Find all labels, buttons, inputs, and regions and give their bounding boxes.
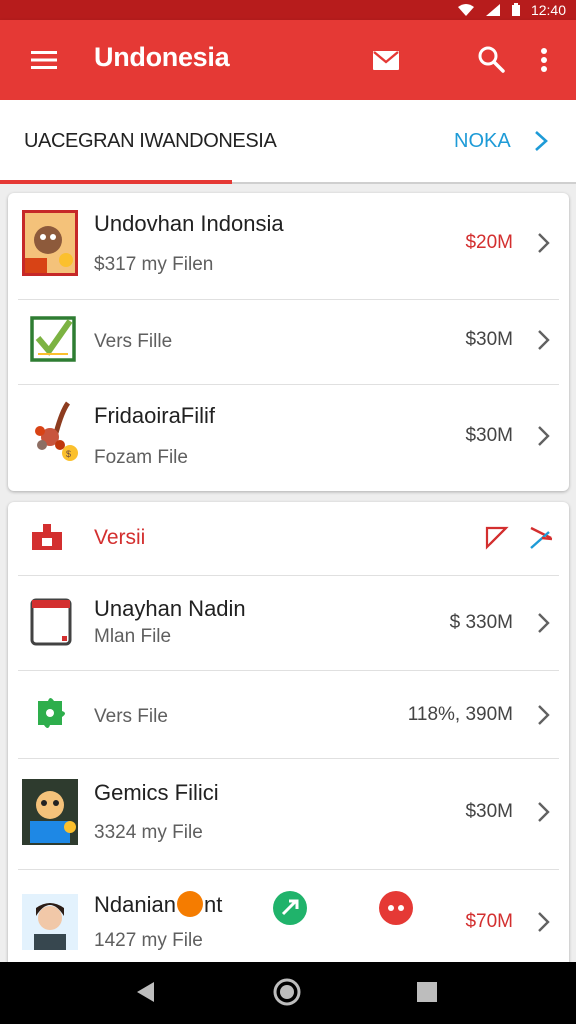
tab-indicator (0, 180, 232, 184)
document-window-icon (30, 598, 72, 646)
chevron-right-icon[interactable] (537, 612, 551, 634)
status-bar: 12:40 (0, 0, 576, 20)
list-item[interactable]: Undovhan Indonsia $317 my Filen $20M (8, 193, 569, 299)
item-subtitle: $317 my Filen (94, 254, 214, 275)
chevron-right-icon[interactable] (537, 232, 551, 254)
status-time: 12:40 (530, 2, 566, 18)
chevron-right-icon[interactable] (537, 801, 551, 823)
tab-action-link[interactable]: NOKA (454, 130, 511, 153)
tab-bar: UACEGRAN IWANDONESIA NOKA (0, 100, 576, 184)
item-subtitle: Vers Fille (94, 331, 173, 352)
list-item[interactable]: Vers Fille $30M (8, 300, 569, 384)
green-action-icon[interactable] (272, 890, 308, 926)
menu-icon[interactable] (30, 46, 58, 74)
list-item[interactable]: Gemics Filici 3324 my File $30M (8, 759, 569, 869)
item-price: $20M (465, 232, 513, 253)
item-subtitle: Vers File (94, 706, 168, 727)
chevron-right-icon[interactable] (537, 425, 551, 447)
system-nav-bar (0, 962, 576, 1024)
item-price: $ 330M (449, 612, 513, 633)
avatar (22, 894, 78, 950)
item-price: $30M (465, 425, 513, 446)
flower-character-icon: $ (35, 401, 78, 461)
mail-icon[interactable] (372, 46, 400, 74)
card-header: Versii (8, 502, 569, 575)
card-header-title: Versii (94, 526, 146, 549)
item-title-suffix: nt (203, 892, 223, 917)
svg-text:$: $ (66, 449, 71, 459)
item-subtitle: Fozam File (94, 447, 188, 468)
signal-icon (485, 4, 500, 16)
store-icon (32, 524, 62, 550)
item-price: $30M (465, 329, 513, 350)
green-puzzle-icon (38, 698, 65, 728)
red-dots-icon[interactable] (378, 890, 414, 926)
list-item[interactable]: $ FridaoiraFilif Fozam File $30M (8, 385, 569, 491)
search-icon[interactable] (476, 44, 506, 74)
share-arrow-icon[interactable] (484, 524, 510, 550)
home-icon[interactable] (272, 977, 302, 1007)
item-title: Unayhan Nadin (94, 596, 246, 621)
tab-title[interactable]: UACEGRAN IWANDONESIA (24, 130, 277, 153)
chevron-right-icon[interactable] (537, 329, 551, 351)
item-title-text: Ndanian (94, 892, 176, 917)
recents-icon[interactable] (416, 981, 438, 1003)
more-vert-icon[interactable] (534, 44, 554, 76)
item-price: 118%, 390M (407, 704, 513, 725)
app-title: Undonesia (94, 42, 230, 72)
back-icon[interactable] (134, 980, 156, 1004)
item-subtitle: 1427 my File (94, 930, 203, 951)
item-subtitle: 3324 my File (94, 822, 203, 843)
comic-thumbnail-icon (22, 210, 78, 276)
emoji-badge-icon (176, 891, 203, 917)
item-subtitle: Mlan File (94, 626, 172, 647)
chevron-right-icon[interactable] (530, 128, 552, 154)
item-title: FridaoiraFilif (94, 403, 216, 428)
chevron-right-icon[interactable] (537, 911, 551, 933)
item-title: Gemics Filici (94, 780, 219, 805)
chevron-right-icon[interactable] (537, 704, 551, 726)
cartoon-thumbnail-icon (22, 779, 78, 845)
app-bar: Undonesia (0, 20, 576, 100)
battery-icon (511, 3, 520, 16)
file-card-1: Undovhan Indonsia $317 my Filen $20M Ver… (8, 193, 569, 491)
item-title: Undovhan Indonsia (94, 211, 284, 236)
wifi-icon (457, 4, 474, 16)
item-price: $70M (465, 911, 513, 932)
list-item[interactable]: Ndanian nt 1427 my File $70M (8, 870, 569, 972)
item-price: $30M (465, 801, 513, 822)
shuffle-icon[interactable] (528, 522, 554, 552)
checkbox-checked-icon (30, 316, 76, 362)
item-title: Ndanian nt (94, 891, 222, 918)
list-item[interactable]: Vers File 118%, 390M (8, 671, 569, 757)
list-item[interactable]: Unayhan Nadin Mlan File $ 330M (8, 576, 569, 670)
file-card-2: Versii Unayhan Nadin Mlan File $ 330M Ve… (8, 502, 569, 972)
